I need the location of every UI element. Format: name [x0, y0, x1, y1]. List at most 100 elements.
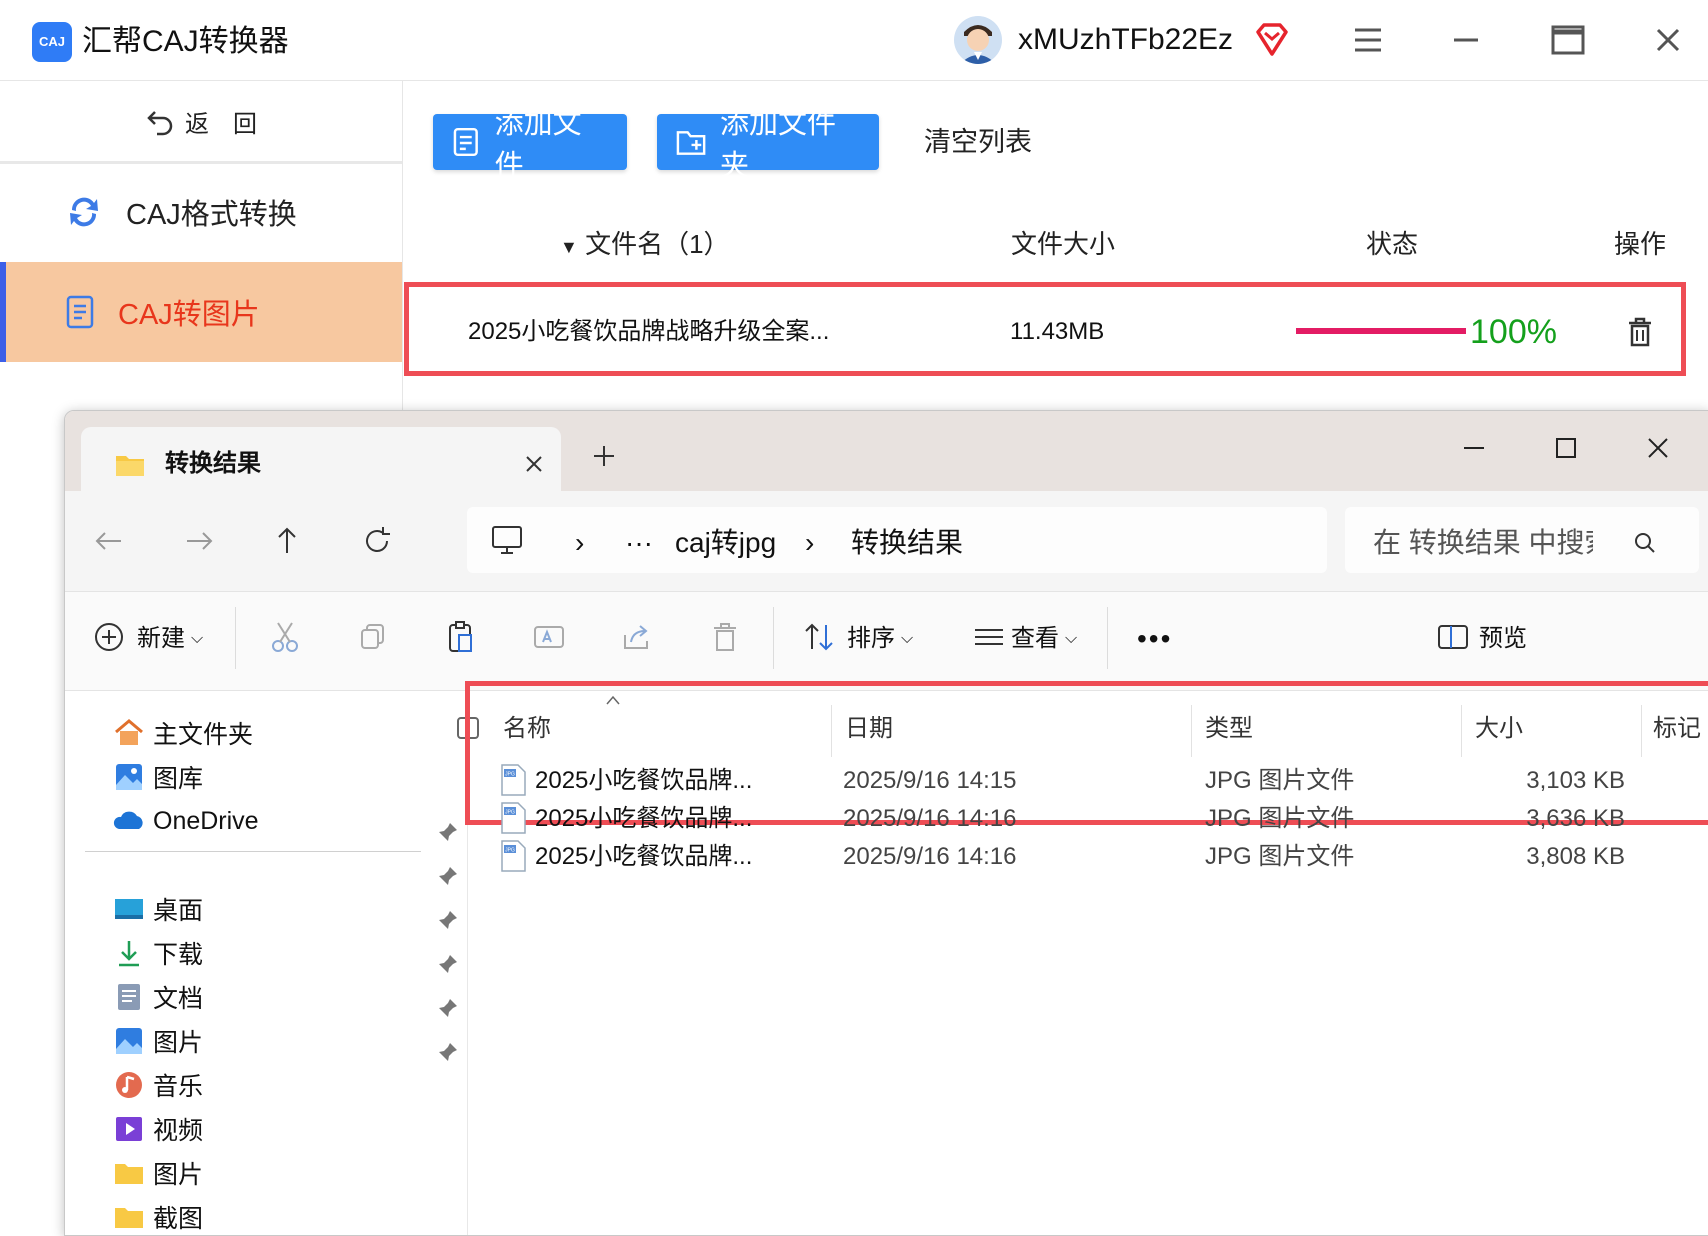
trash-icon[interactable] — [1622, 314, 1658, 350]
preview-pane-icon[interactable] — [1433, 617, 1473, 657]
chevron-right-icon[interactable]: › — [575, 525, 584, 561]
nav-documents-label: 文档 — [153, 985, 204, 1013]
refresh-icon[interactable] — [357, 521, 397, 561]
view-button-label[interactable]: 查看 — [1011, 619, 1059, 659]
file-type: JPG 图片文件 — [1205, 843, 1355, 870]
pin-icon[interactable] — [437, 821, 459, 843]
nav-gallery[interactable]: 图库 — [113, 755, 203, 799]
search-icon[interactable] — [1631, 529, 1659, 557]
pin-icon[interactable] — [437, 953, 459, 975]
svg-text:JPG: JPG — [505, 810, 515, 816]
nav-downloads[interactable]: 下载 — [113, 931, 203, 975]
jpg-file-icon: JPG — [499, 801, 527, 835]
new-plus-icon[interactable] — [89, 617, 129, 657]
column-header-size: 文件大小 — [1011, 229, 1116, 259]
column-header-operation: 操作 — [1614, 229, 1667, 259]
breadcrumb-caj-jpg[interactable]: caj转jpg — [675, 525, 776, 561]
svg-text:JPG: JPG — [505, 772, 515, 778]
pin-icon[interactable] — [437, 1041, 459, 1063]
preview-button-label[interactable]: 预览 — [1479, 619, 1527, 659]
add-folder-label: 添加文件夹 — [720, 108, 837, 182]
minimize-icon[interactable] — [1444, 18, 1488, 62]
rename-icon[interactable] — [529, 617, 569, 657]
nav-caj-to-image[interactable]: CAJ转图片 — [0, 262, 402, 362]
nav-caj-format-convert[interactable]: CAJ格式转换 — [0, 164, 402, 260]
explorer-tab[interactable]: 转换结果 — [81, 427, 561, 497]
file-name[interactable]: 2025小吃餐饮品牌... — [535, 837, 752, 877]
sort-icon[interactable] — [799, 617, 839, 657]
explorer-close-icon[interactable] — [1635, 425, 1681, 471]
nav-pictures[interactable]: 图片 — [113, 1019, 203, 1063]
chevron-down-icon[interactable]: ⌵ — [1065, 619, 1077, 659]
jpg-file-icon: JPG — [499, 839, 527, 873]
column-header-filename[interactable]: ▼ 文件名（1） — [560, 224, 730, 267]
forward-arrow-icon[interactable] — [179, 521, 219, 561]
chevron-right-icon[interactable]: › — [805, 525, 814, 561]
onedrive-cloud-icon — [113, 811, 143, 829]
view-icon[interactable] — [969, 617, 1009, 657]
explorer-maximize-icon[interactable] — [1543, 425, 1589, 471]
chevron-down-icon[interactable]: ⌵ — [901, 619, 913, 659]
nav-documents[interactable]: 文档 — [113, 975, 203, 1019]
nav-pictures-folder[interactable]: 图片 — [113, 1151, 203, 1195]
progress-percent: 100% — [1470, 313, 1557, 351]
copy-icon[interactable] — [353, 617, 393, 657]
vip-diamond-icon[interactable] — [1254, 22, 1290, 58]
add-folder-button[interactable]: 添加文件夹 — [657, 108, 879, 182]
progress-bar — [1296, 328, 1466, 334]
more-options-icon[interactable]: ••• — [1137, 619, 1172, 659]
maximize-icon[interactable] — [1546, 18, 1590, 62]
folder-icon — [115, 1208, 143, 1228]
progress-fill — [1296, 328, 1466, 334]
pin-icon[interactable] — [437, 997, 459, 1019]
cmd-divider — [1107, 607, 1108, 669]
this-pc-icon[interactable] — [489, 523, 525, 557]
file-name[interactable]: 2025小吃餐饮品牌... — [535, 799, 752, 839]
file-row-name[interactable]: 2025小吃餐饮品牌战略升级全案... — [468, 314, 829, 350]
cmd-divider — [773, 607, 774, 669]
back-arrow-icon[interactable] — [89, 521, 129, 561]
nav-screenshots-folder[interactable]: 截图 — [113, 1195, 203, 1235]
explorer-minimize-icon[interactable] — [1451, 425, 1497, 471]
nav-music-label: 音乐 — [153, 1073, 204, 1101]
user-avatar[interactable] — [954, 16, 1002, 64]
chevron-down-icon[interactable]: ⌵ — [191, 619, 203, 659]
nav-videos[interactable]: 视频 — [113, 1107, 203, 1151]
close-icon[interactable] — [1646, 18, 1690, 62]
nav-videos-label: 视频 — [153, 1117, 204, 1145]
sort-button-label[interactable]: 排序 — [847, 619, 895, 659]
pin-icon[interactable] — [437, 909, 459, 931]
tab-close-icon[interactable] — [519, 449, 549, 479]
paste-icon[interactable] — [441, 617, 481, 657]
nav-onedrive[interactable]: OneDrive — [113, 799, 259, 843]
delete-icon[interactable] — [705, 617, 745, 657]
up-arrow-icon[interactable] — [267, 521, 307, 561]
file-date: 2025/9/16 14:16 — [843, 843, 1017, 870]
cut-icon[interactable] — [265, 617, 305, 657]
new-tab-icon[interactable] — [587, 439, 621, 473]
sort-down-icon: ▼ — [560, 237, 578, 257]
username[interactable]: xMUzhTFb22Ez — [1018, 20, 1233, 60]
app-logo: CAJ — [32, 22, 72, 62]
nav-gallery-label: 图库 — [153, 765, 204, 793]
menu-icon[interactable] — [1346, 18, 1390, 62]
nav-music[interactable]: 音乐 — [113, 1063, 203, 1107]
file-row-size: 11.43MB — [1010, 318, 1105, 345]
file-size: 3,808 KB — [1526, 843, 1625, 870]
more-path-icon[interactable]: ··· — [625, 525, 653, 561]
add-folder-icon — [676, 131, 706, 155]
file-name[interactable]: 2025小吃餐饮品牌... — [535, 761, 752, 801]
back-label: 返 回 — [185, 110, 257, 138]
clear-list-button[interactable]: 清空列表 — [924, 114, 1032, 170]
share-icon[interactable] — [617, 617, 657, 657]
nav-home-folder[interactable]: 主文件夹 — [113, 711, 253, 755]
add-file-icon — [453, 127, 478, 157]
back-arrow-icon — [147, 111, 173, 136]
new-button-label[interactable]: 新建 — [137, 619, 185, 659]
breadcrumb-current[interactable]: 转换结果 — [851, 525, 963, 561]
add-file-button[interactable]: 添加文件 — [433, 108, 627, 182]
back-button[interactable]: 返 回 — [0, 81, 402, 164]
file-type: JPG 图片文件 — [1205, 767, 1355, 794]
pin-icon[interactable] — [437, 865, 459, 887]
nav-desktop[interactable]: 桌面 — [113, 887, 203, 931]
